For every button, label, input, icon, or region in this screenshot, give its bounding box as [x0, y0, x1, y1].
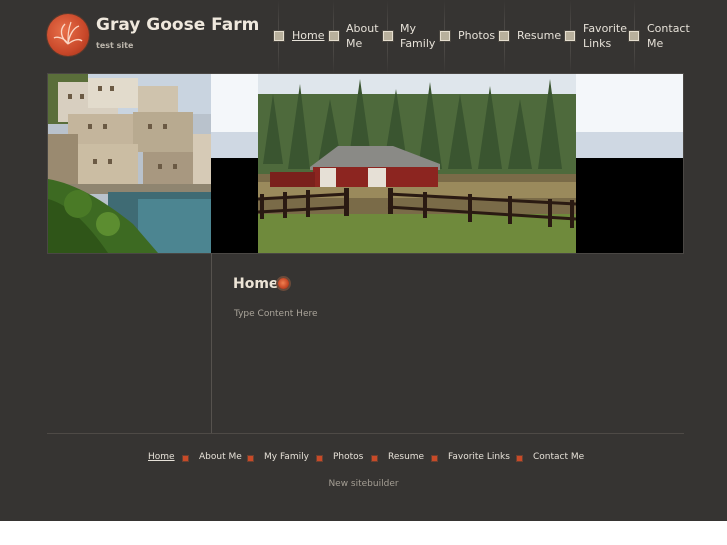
site-logo[interactable] — [47, 14, 89, 56]
footer-bullet-icon — [371, 455, 378, 462]
main-navigation: Home About Me My Family Photos Resume Fa… — [264, 0, 727, 74]
nav-item-favorite-links[interactable]: Favorite Links — [583, 21, 627, 51]
header-banner — [48, 74, 683, 253]
nav-item-resume[interactable]: Resume — [517, 28, 561, 43]
footer-link-contact-me[interactable]: Contact Me — [533, 452, 584, 462]
footer-bullet-icon — [516, 455, 523, 462]
footer-link-home[interactable]: Home — [148, 452, 175, 462]
banner-image — [48, 74, 683, 253]
nav-bullet-icon — [440, 31, 450, 41]
nav-bullet-icon — [329, 31, 339, 41]
page-title: Home — [233, 276, 279, 292]
nav-item-my-family[interactable]: My Family — [400, 21, 436, 51]
footer-link-photos[interactable]: Photos — [333, 452, 363, 462]
footer-bullet-icon — [247, 455, 254, 462]
nav-item-contact-me[interactable]: Contact Me — [647, 21, 691, 51]
footer-link-about-me[interactable]: About Me — [199, 452, 242, 462]
nav-item-about-me[interactable]: About Me — [346, 21, 382, 51]
nav-item-home[interactable]: Home — [292, 28, 324, 43]
footer-bullet-icon — [316, 455, 323, 462]
footer-divider — [47, 433, 684, 434]
footer-link-resume[interactable]: Resume — [388, 452, 424, 462]
nav-bullet-icon — [383, 31, 393, 41]
site-title[interactable]: Gray Goose Farm — [96, 15, 259, 35]
page: Gray Goose Farm test site Home About Me … — [0, 0, 727, 521]
sidebar-divider — [211, 253, 212, 433]
footer-bullet-icon — [431, 455, 438, 462]
nav-item-photos[interactable]: Photos — [458, 28, 495, 43]
footer-credit[interactable]: New sitebuilder — [0, 479, 727, 489]
footer-navigation: Home About Me My Family Photos Resume Fa… — [0, 452, 727, 466]
page-content: Type Content Here — [234, 309, 318, 319]
nav-bullet-icon — [499, 31, 509, 41]
logo-swirl-icon — [53, 21, 83, 45]
site-subtitle: test site — [96, 41, 134, 50]
footer-link-my-family[interactable]: My Family — [264, 452, 309, 462]
nav-bullet-icon — [274, 31, 284, 41]
footer-link-favorite-links[interactable]: Favorite Links — [448, 452, 510, 462]
footer-bullet-icon — [182, 455, 189, 462]
nav-bullet-icon — [629, 31, 639, 41]
village-photo — [48, 74, 211, 253]
nav-bullet-icon — [565, 31, 575, 41]
barn-photo — [257, 74, 577, 253]
orange-dot-icon — [278, 278, 289, 289]
